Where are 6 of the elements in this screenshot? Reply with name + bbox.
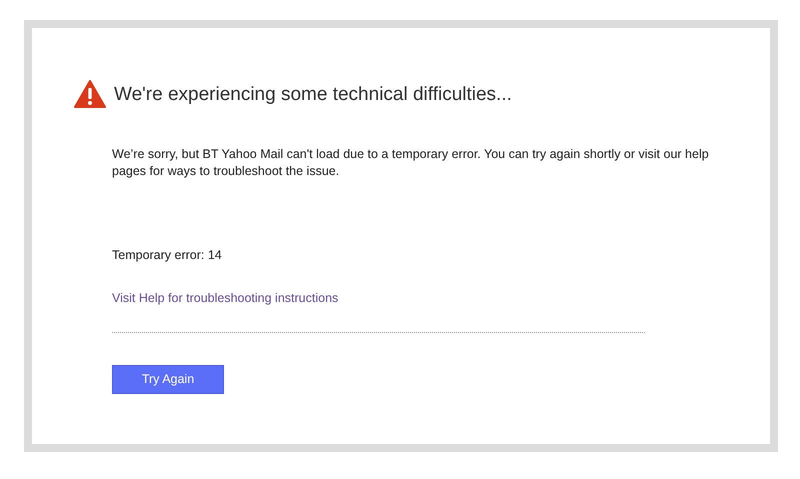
error-heading: We're experiencing some technical difficulties... — [114, 84, 512, 104]
try-again-button[interactable]: Try Again — [112, 364, 224, 394]
error-message: We’re sorry, but BT Yahoo Mail can't load due to a temporary error. You can try again shortly or visit our help pages for ways to troubleshoot the issue. — [112, 146, 710, 180]
error-code: Temporary error: 14 — [112, 247, 223, 264]
warning-icon — [74, 80, 106, 108]
help-link[interactable]: Visit Help for troubleshooting instructions — [112, 288, 338, 308]
